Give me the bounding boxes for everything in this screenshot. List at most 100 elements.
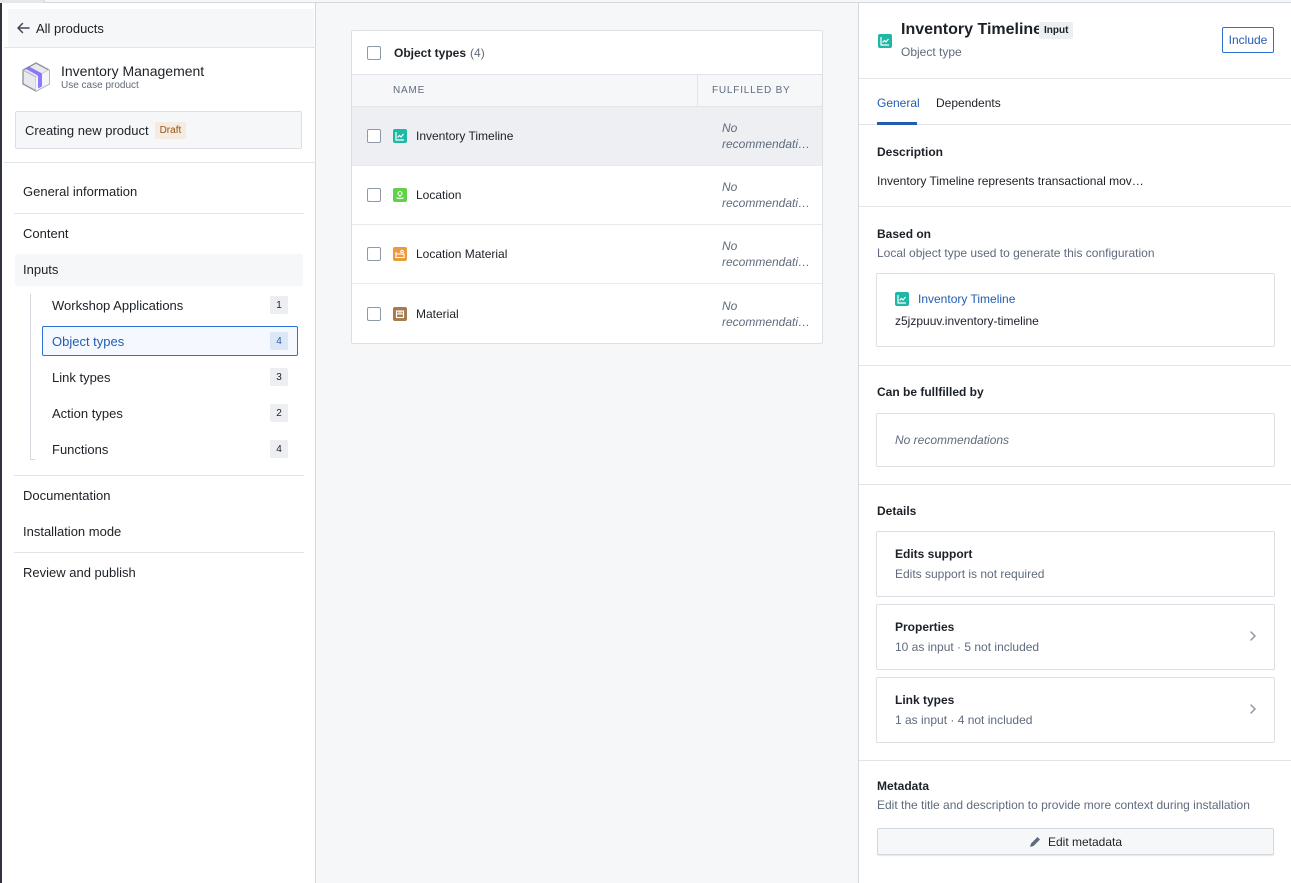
- object-types-table: Object types (4) NAME FULFILLED BY Inven…: [351, 30, 823, 344]
- back-label: All products: [36, 20, 104, 36]
- api-name: z5jzpuuv.inventory-timeline: [895, 314, 1039, 328]
- material-box-icon: [393, 306, 407, 321]
- based-on-link[interactable]: Inventory Timeline: [918, 292, 1015, 306]
- card-text: 1 as input · 4 not included: [895, 713, 1033, 727]
- nav-functions[interactable]: Functions 4: [42, 434, 298, 464]
- row-checkbox[interactable]: [367, 129, 381, 143]
- nav-action-types[interactable]: Action types 2: [42, 398, 298, 428]
- timeline-chart-icon: [393, 129, 407, 143]
- nav-installation-mode[interactable]: Installation mode: [23, 524, 121, 539]
- count-badge: 3: [270, 368, 288, 386]
- count-badge: 2: [270, 404, 288, 422]
- fulfilled-line2: recommendations: [722, 137, 811, 151]
- cube-icon: [22, 62, 50, 92]
- timeline-chart-icon: [878, 34, 892, 48]
- row-name: Location: [416, 188, 462, 202]
- column-name[interactable]: NAME: [352, 75, 698, 106]
- fulfilled-line1: No: [722, 121, 738, 135]
- location-icon: [393, 188, 407, 202]
- table-row[interactable]: Inventory Timeline No recommendations: [352, 107, 822, 166]
- nav-content[interactable]: Content: [23, 226, 69, 241]
- detail-header: Inventory Timeline Input Object type Inc…: [859, 3, 1291, 79]
- table-title: Object types: [394, 45, 467, 60]
- fulfilled-line1: No: [722, 180, 738, 194]
- nav-label: Action types: [52, 405, 123, 421]
- table-row[interactable]: Location No recommendations: [352, 166, 822, 225]
- card-text: 10 as input · 5 not included: [895, 640, 1040, 654]
- location-material-icon: [393, 247, 407, 261]
- table-header: Object types (4): [352, 31, 822, 75]
- nav-general-information[interactable]: General information: [23, 184, 137, 199]
- metadata-subtitle: Edit the title and description to provid…: [877, 798, 1250, 812]
- main-content: Object types (4) NAME FULFILLED BY Inven…: [316, 3, 858, 883]
- description-section: Description Inventory Timeline represent…: [859, 126, 1291, 207]
- metadata-title: Metadata: [877, 779, 930, 793]
- edit-metadata-button[interactable]: Edit metadata: [877, 828, 1274, 855]
- detail-tabs: General Dependents: [859, 80, 1291, 125]
- detail-subtitle: Object type: [901, 45, 962, 59]
- card-title: Properties: [895, 620, 955, 634]
- fulfilled-line1: No: [722, 298, 738, 313]
- based-on-section: Based on Local object type used to gener…: [859, 207, 1291, 366]
- detail-title: Inventory Timeline: [901, 21, 1043, 38]
- fulfilled-line2: recommendations: [722, 255, 811, 269]
- product-name: Inventory Management: [61, 62, 205, 79]
- no-recommendations: No recommendations: [895, 433, 1010, 447]
- row-fulfilled-by: No recommendations: [719, 179, 811, 211]
- nav-label: Workshop Applications: [52, 297, 184, 313]
- card-title: Edits support: [895, 547, 973, 561]
- based-on-title: Based on: [877, 227, 932, 241]
- divider: [4, 47, 316, 48]
- pencil-icon: [1029, 836, 1040, 847]
- include-button[interactable]: Include: [1222, 27, 1274, 53]
- nav-documentation[interactable]: Documentation: [23, 488, 110, 503]
- tab-dependents[interactable]: Dependents: [936, 96, 1001, 110]
- divider: [14, 213, 304, 214]
- row-name: Location Material: [416, 247, 508, 261]
- divider: [14, 475, 304, 476]
- fulfilled-section: Can be fullfilled by No recommendations: [859, 366, 1291, 485]
- table-row[interactable]: Material No recommendations: [352, 284, 822, 343]
- sidebar: All products Inventory Management Use ca…: [0, 3, 316, 883]
- column-headers: NAME FULFILLED BY: [352, 75, 822, 107]
- link-types-card[interactable]: Link types 1 as input · 4 not included: [876, 677, 1275, 743]
- tree-line: [30, 294, 35, 460]
- nav-object-types[interactable]: Object types 4: [42, 326, 298, 356]
- product-type: Use case product: [61, 79, 139, 91]
- select-all-checkbox[interactable]: [367, 45, 381, 60]
- fulfilled-line2: recommendations: [722, 314, 811, 329]
- column-fulfilled-by[interactable]: FULFILLED BY: [698, 75, 791, 106]
- row-checkbox[interactable]: [367, 188, 381, 202]
- details-section: Details Edits support Edits support is n…: [859, 485, 1291, 761]
- table-row[interactable]: Location Material No recommendations: [352, 225, 822, 284]
- row-name: Inventory Timeline: [416, 129, 514, 143]
- fulfilled-card: No recommendations: [876, 413, 1275, 467]
- nav-review-and-publish[interactable]: Review and publish: [23, 565, 136, 580]
- row-checkbox[interactable]: [367, 306, 381, 321]
- active-tab-indicator: [877, 122, 917, 125]
- chevron-right-icon: [1250, 631, 1257, 641]
- product-header: Inventory Management Use case product: [20, 61, 204, 93]
- nav-link-types[interactable]: Link types 3: [42, 362, 298, 392]
- timeline-chart-icon: [895, 292, 909, 306]
- nav-workshop-applications[interactable]: Workshop Applications 1: [42, 290, 298, 320]
- all-products-back-button[interactable]: All products: [8, 9, 314, 47]
- divider: [4, 162, 316, 163]
- row-fulfilled-by: No recommendations: [719, 120, 811, 152]
- row-checkbox[interactable]: [367, 247, 381, 261]
- divider: [14, 552, 304, 553]
- tab-general[interactable]: General: [877, 96, 920, 110]
- nav-label: Functions: [52, 441, 109, 457]
- nav-inputs[interactable]: Inputs: [23, 262, 58, 277]
- nav-label: Object types: [52, 333, 125, 349]
- card-title: Link types: [895, 693, 955, 707]
- properties-card[interactable]: Properties 10 as input · 5 not included: [876, 604, 1275, 670]
- description-text: Inventory Timeline represents transactio…: [877, 174, 1144, 188]
- input-tag: Input: [1039, 22, 1074, 39]
- fulfilled-title: Can be fullfilled by: [877, 385, 984, 399]
- count-badge: 1: [270, 296, 288, 314]
- arrow-left-icon: [17, 22, 30, 34]
- chevron-right-icon: [1250, 704, 1257, 714]
- draft-tag: Draft: [154, 121, 187, 139]
- status-text: Creating new product: [25, 122, 149, 138]
